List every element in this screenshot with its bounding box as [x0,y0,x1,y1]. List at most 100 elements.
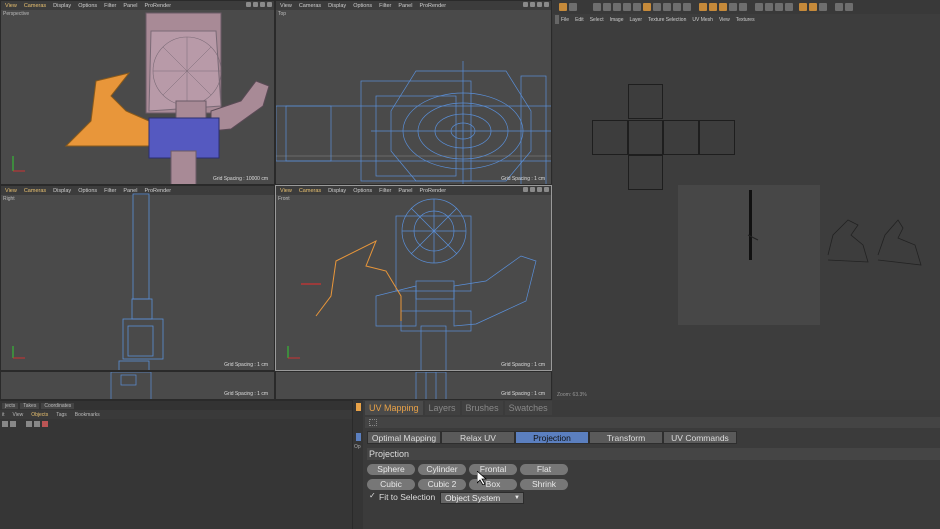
viewport-front[interactable]: View Cameras Display Options Filter Pane… [275,185,552,371]
tool-icon[interactable] [613,3,621,11]
tool-icon[interactable] [643,3,651,11]
material-tag-icon[interactable] [42,421,48,427]
grid-spacing: Grid Spacing : 10000 cm [212,176,268,182]
tab-layers[interactable]: Layers [424,401,460,415]
tool-icon[interactable] [755,3,763,11]
tool-icon[interactable] [799,3,807,11]
panel-tabs: UV Mapping Layers Brushes Swatches [365,401,552,415]
menu-objects[interactable]: Objects [31,412,48,418]
tab-uv-commands[interactable]: UV Commands [663,431,737,444]
object-manager-menu: it View Objects Tags Bookmarks [0,410,352,419]
panel-side-icon[interactable] [356,403,361,411]
tab-uv-mapping[interactable]: UV Mapping [365,401,423,415]
uv-editor[interactable]: File Edit Select Image Layer Texture Sel… [553,0,940,400]
uv-cube-face [592,120,628,155]
object-icon [2,421,8,427]
tab-takes[interactable]: Takes [20,402,40,409]
tool-icon[interactable] [653,3,661,11]
tool-icon[interactable] [603,3,611,11]
menu-bookmarks[interactable]: Bookmarks [75,412,100,418]
menu-image[interactable]: Image [610,17,624,23]
tool-icon[interactable] [775,3,783,11]
menu-edit[interactable]: it [2,412,5,418]
menu-texture-selection[interactable]: Texture Selection [648,17,686,23]
tab-transform[interactable]: Transform [589,431,663,444]
tag-icon[interactable] [26,421,32,427]
tab-relax-uv[interactable]: Relax UV [441,431,515,444]
menu-select[interactable]: Select [590,17,604,23]
uv-cube-face [628,155,663,190]
object-manager[interactable]: jects Takes Coordinates it View Objects … [0,400,352,529]
section-title: Projection [367,448,940,460]
tool-icon[interactable] [663,3,671,11]
cubic2-button[interactable]: Cubic 2 [418,479,466,490]
object-row[interactable] [0,419,352,429]
uv-mapping-panel[interactable]: Op UV Mapping Layers Brushes Swatches Op… [352,400,940,529]
coordinate-system-value: Object System [445,493,501,503]
uv-cube-face [663,120,699,155]
menu-view[interactable]: View [719,17,730,23]
chevron-down-icon: ▼ [514,495,520,501]
tool-icon[interactable] [593,3,601,11]
tab-coordinates[interactable]: Coordinates [41,402,75,409]
tool-icon[interactable] [809,3,817,11]
tool-icon[interactable] [719,3,727,11]
tab-swatches[interactable]: Swatches [504,401,552,415]
tool-icon[interactable] [623,3,631,11]
panel-subbar [365,417,940,428]
tool-icon[interactable] [699,3,707,11]
tool-icon[interactable] [683,3,691,11]
tab-optimal-mapping[interactable]: Optimal Mapping [367,431,441,444]
tab-objects[interactable]: jects [2,402,19,409]
tool-icon[interactable] [819,3,827,11]
coordinate-system-select[interactable]: Object System ▼ [440,492,524,504]
uv-toolbar [553,0,940,14]
tool-icon[interactable] [785,3,793,11]
viewport-perspective[interactable]: View Cameras Display Options Filter Pane… [0,0,275,185]
tab-brushes[interactable]: Brushes [461,401,503,415]
tool-icon[interactable] [835,3,843,11]
tool-icon[interactable] [569,3,577,11]
shrink-button[interactable]: Shrink [520,479,568,490]
menu-layer[interactable]: Layer [630,17,643,23]
uv-texture-area[interactable] [678,185,820,325]
fit-to-selection-label: Fit to Selection [379,492,436,502]
grid-spacing: Grid Spacing : 1 cm [501,362,545,368]
viewport-right[interactable]: View Cameras Display Options Filter Pane… [0,185,275,371]
menu-view[interactable]: View [13,412,24,418]
tool-icon[interactable] [673,3,681,11]
uv-mode-tabs: Optimal Mapping Relax UV Projection Tran… [367,431,737,444]
tool-icon[interactable] [765,3,773,11]
tool-icon[interactable] [845,3,853,11]
tool-icon[interactable] [709,3,717,11]
uv-claw-islands [827,219,922,266]
flat-button[interactable]: Flat [520,464,568,475]
tag-icon[interactable] [34,421,40,427]
menu-textures[interactable]: Textures [736,17,755,23]
panel-side-icon[interactable] [356,433,361,441]
menu-tags[interactable]: Tags [56,412,67,418]
perspective-model [12,12,270,184]
menu-edit[interactable]: Edit [575,17,584,23]
tool-icon[interactable] [559,3,567,11]
sphere-button[interactable]: Sphere [367,464,415,475]
tool-icon[interactable] [633,3,641,11]
viewport-top[interactable]: View Cameras Display Options Filter Pane… [275,0,552,185]
panel-side-label: Op [354,444,361,450]
right-wireframe [12,193,164,370]
menu-uv-mesh[interactable]: UV Mesh [692,17,713,23]
fit-to-selection-checkbox[interactable]: ✓ [369,492,377,500]
uv-zoom-status: Zoom: 63.3% [557,392,587,398]
visibility-icon[interactable] [10,421,16,427]
tab-projection[interactable]: Projection [515,431,589,444]
grid-spacing: Grid Spacing : 1 cm [224,362,268,368]
cubic-button[interactable]: Cubic [367,479,415,490]
viewport-strip-left: Grid Spacing : 1 cm [0,371,275,400]
cylinder-button[interactable]: Cylinder [418,464,466,475]
grip-icon[interactable] [369,419,377,426]
tool-icon[interactable] [729,3,737,11]
top-wireframe [276,61,551,184]
tool-icon[interactable] [739,3,747,11]
menu-file[interactable]: File [561,17,569,23]
uv-menu: File Edit Select Image Layer Texture Sel… [553,15,940,24]
